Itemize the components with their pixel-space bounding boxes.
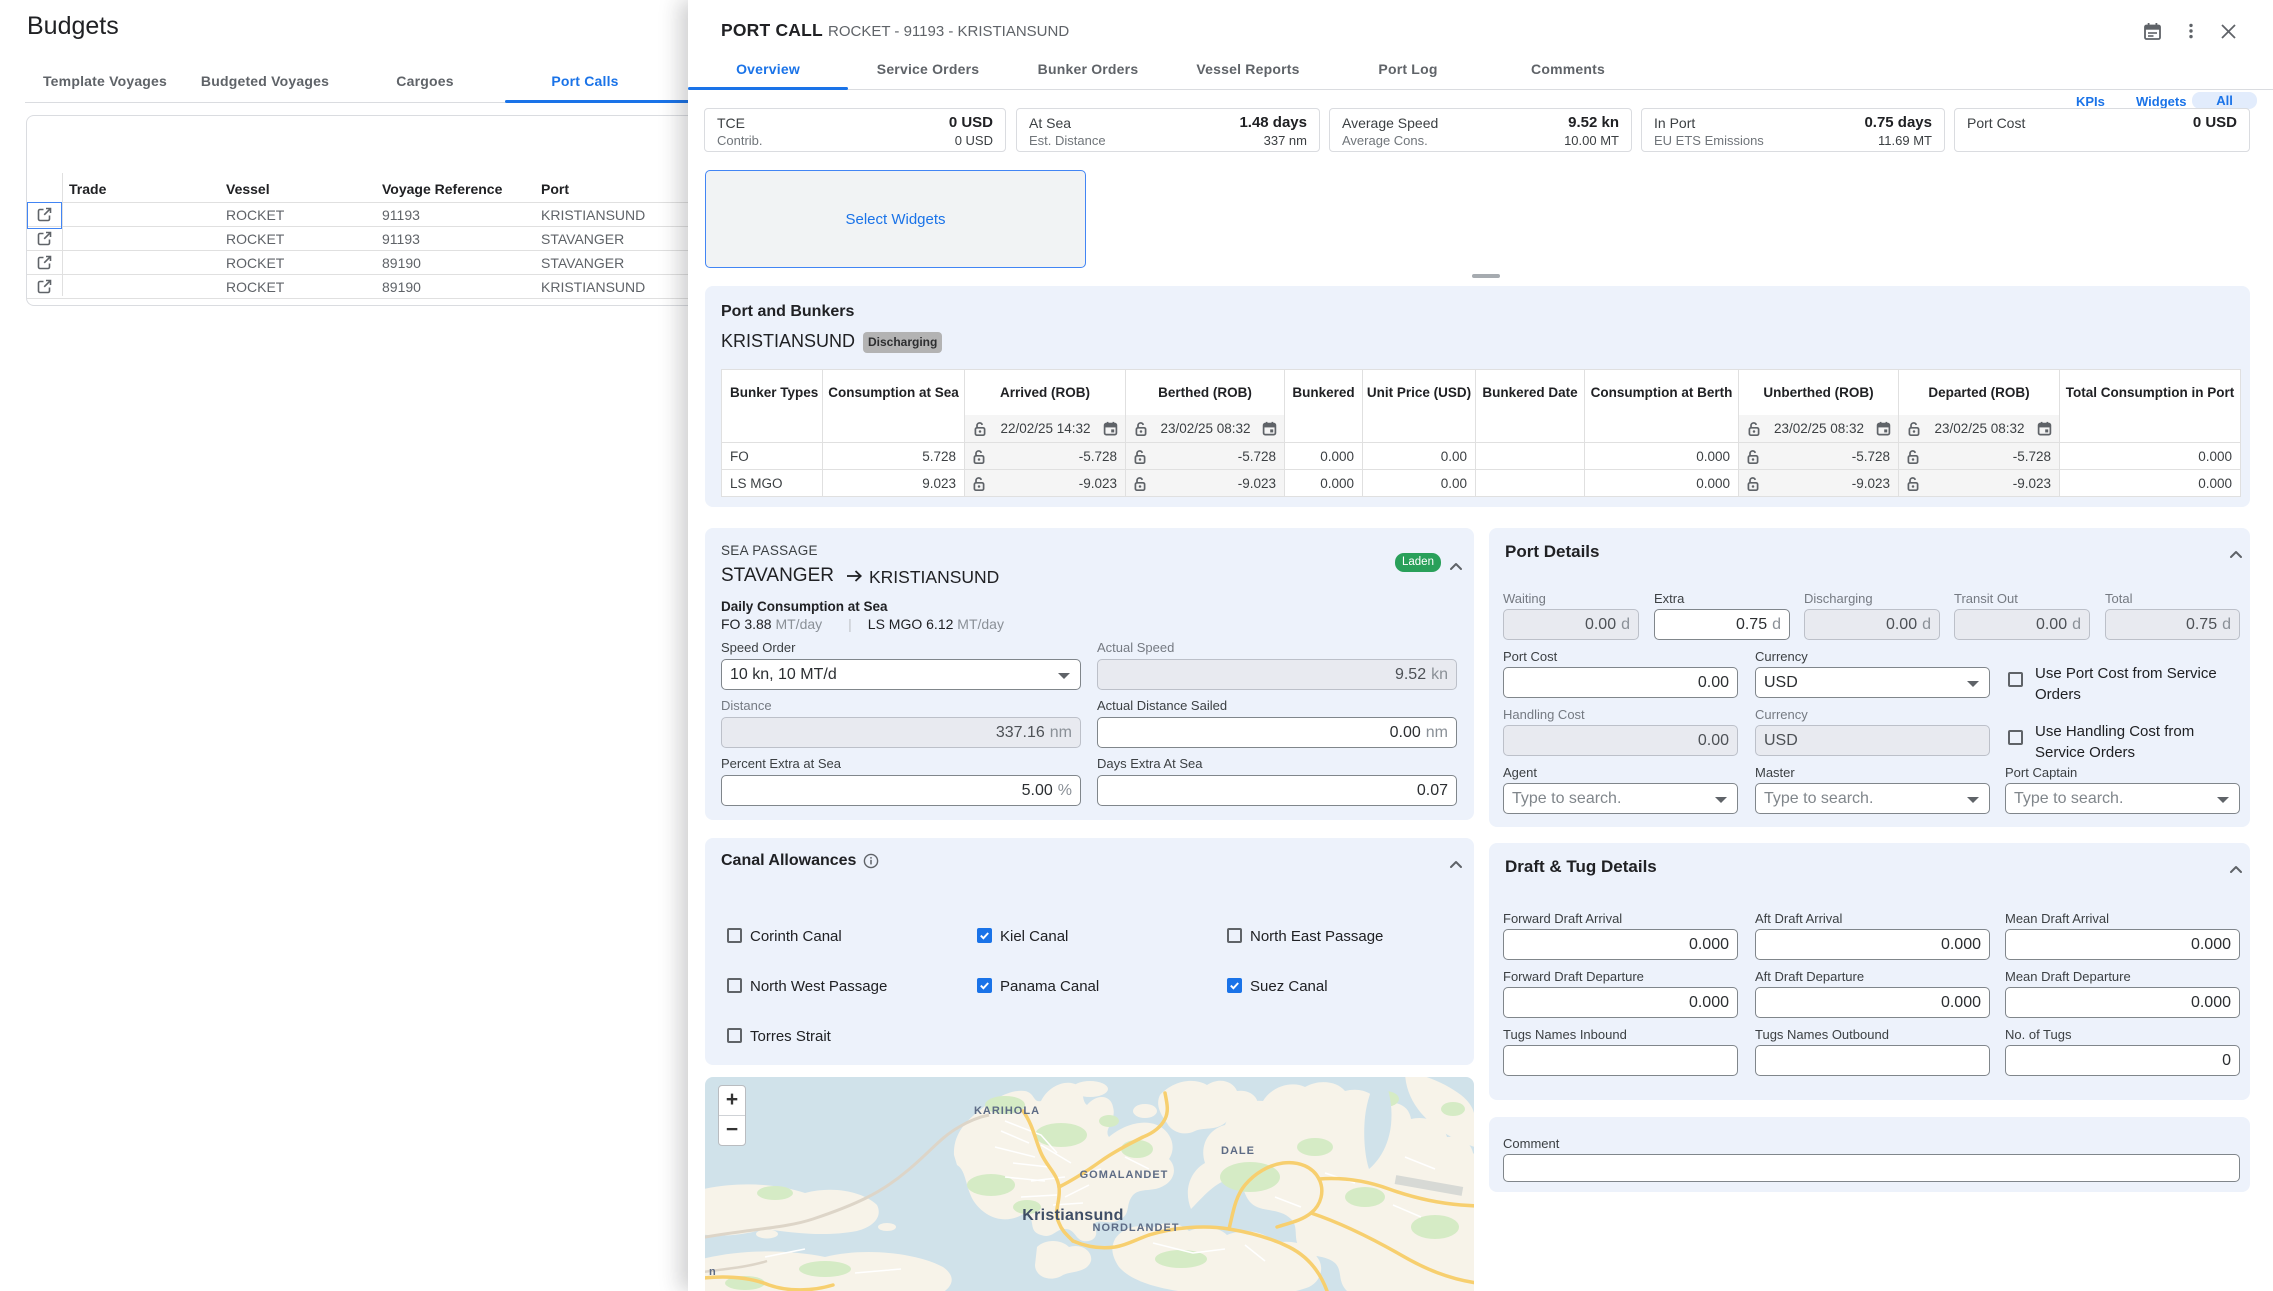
svg-text:DALE: DALE: [1221, 1145, 1255, 1157]
svg-text:KARIHOLA: KARIHOLA: [974, 1105, 1040, 1117]
svg-text:Kristiansund: Kristiansund: [1022, 1207, 1123, 1224]
svg-text:n: n: [709, 1266, 716, 1278]
svg-text:GOMALANDET: GOMALANDET: [1080, 1169, 1169, 1181]
